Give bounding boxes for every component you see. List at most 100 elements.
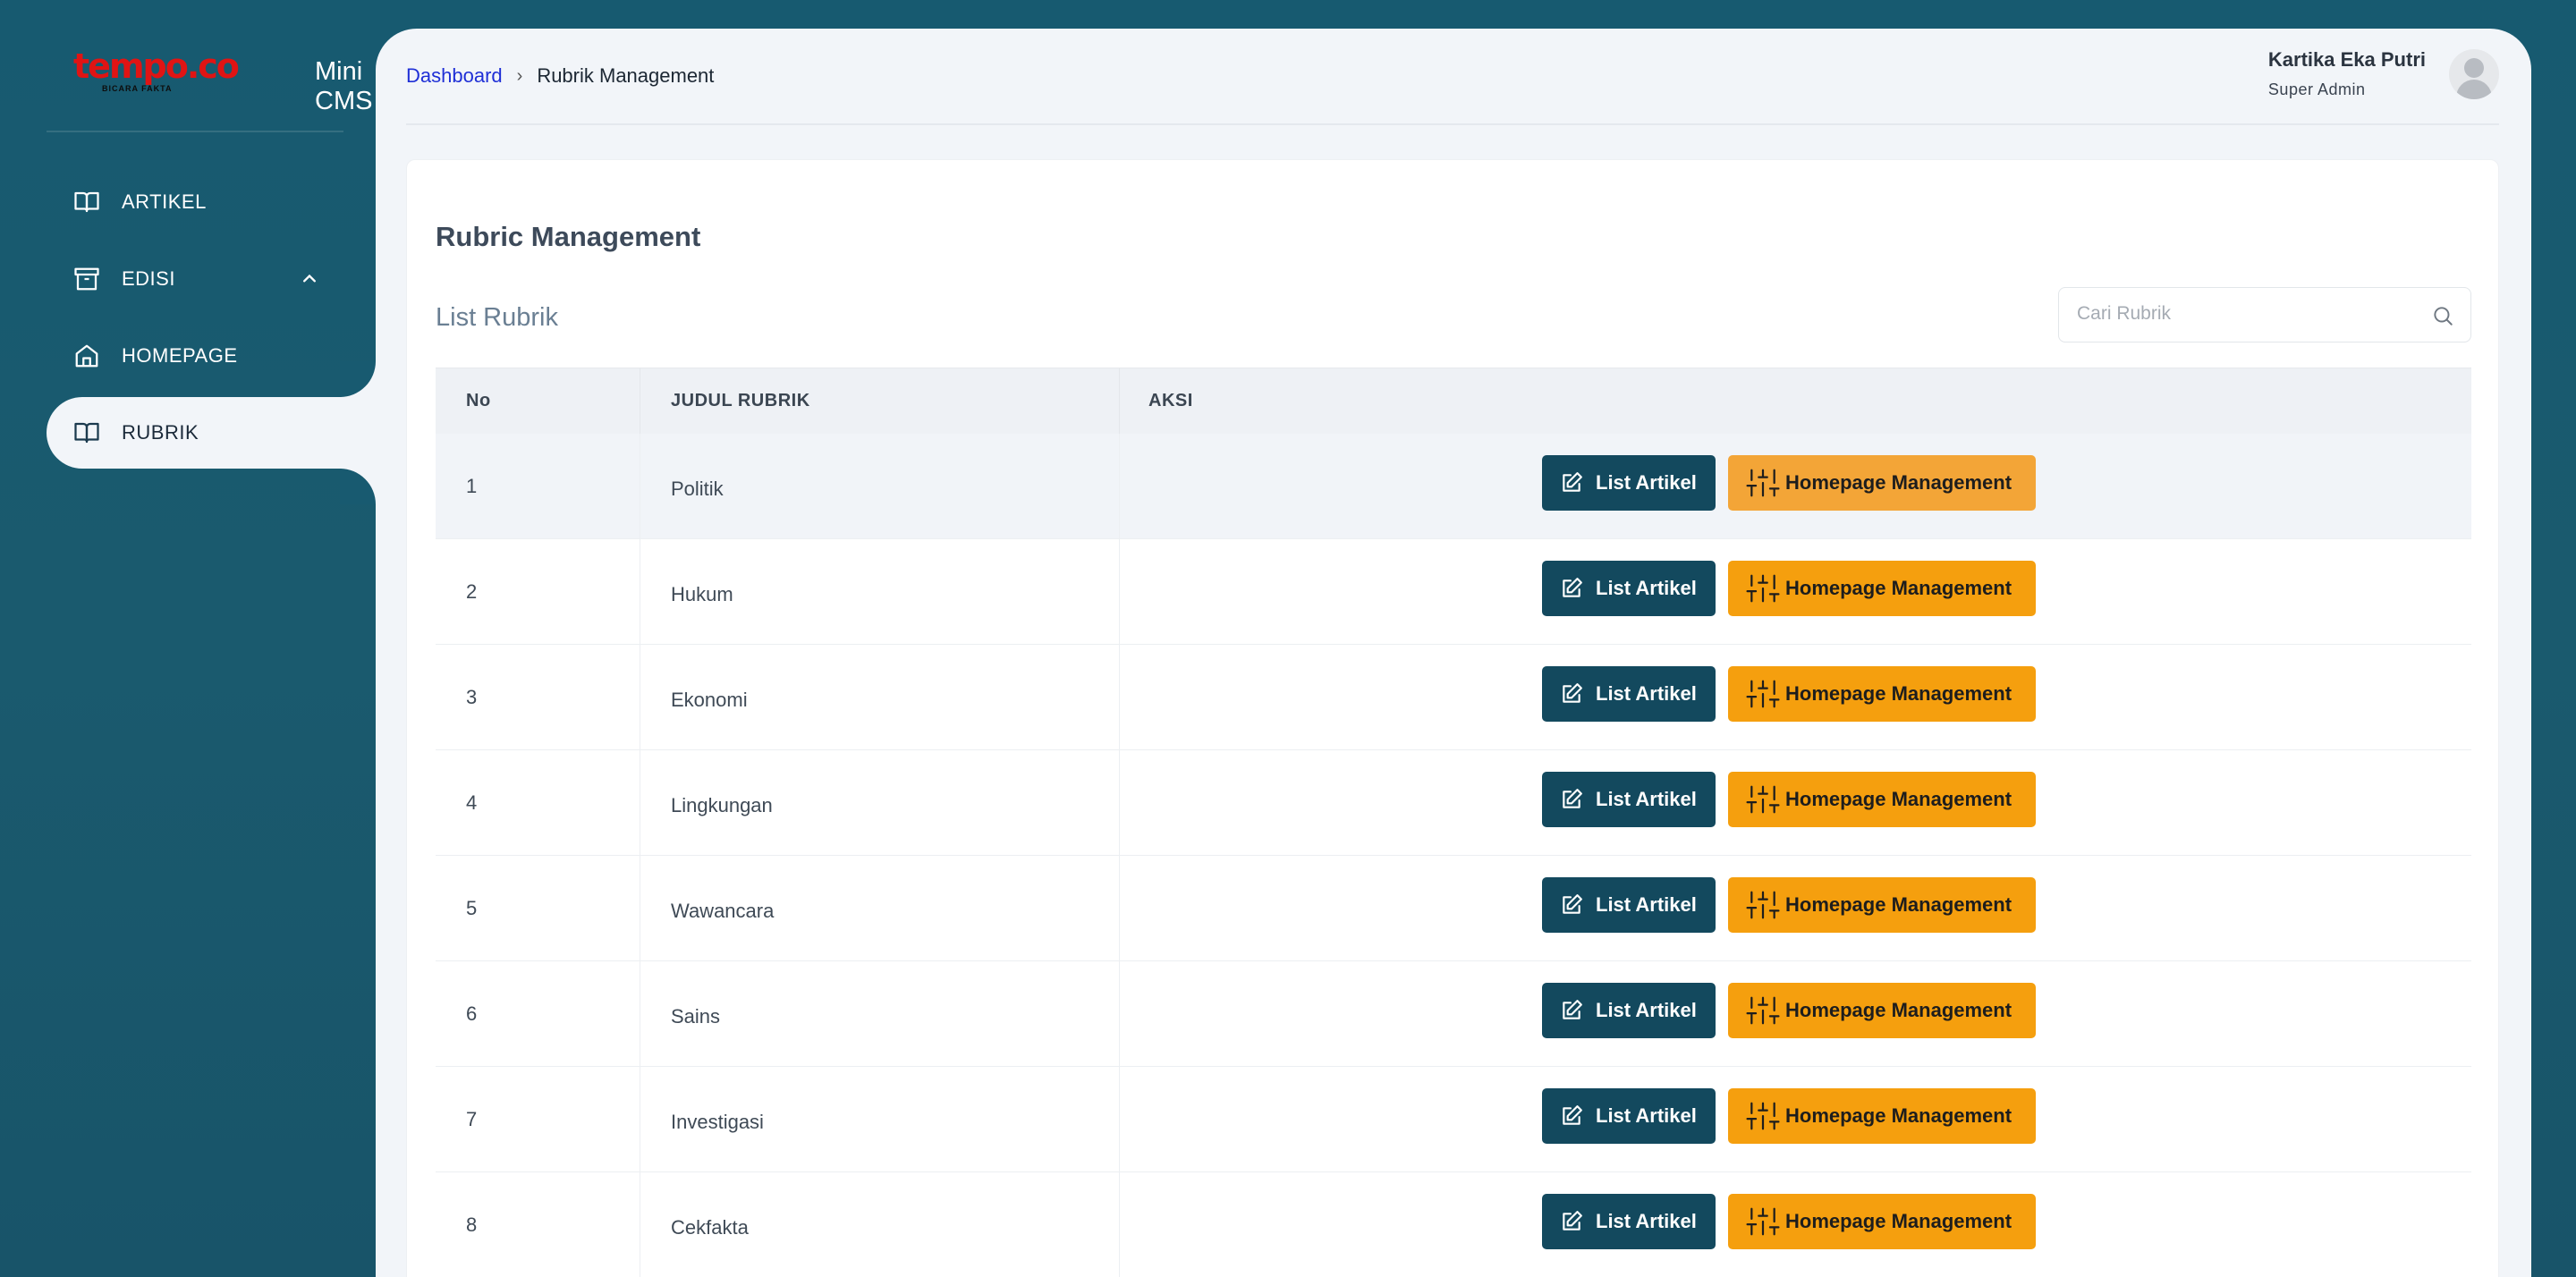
list-artikel-label: List Artikel — [1596, 577, 1697, 599]
row-actions: List Artikel Homepage Management — [1542, 455, 2036, 511]
cell-judul: Lingkungan — [640, 750, 1119, 855]
edit-icon — [1563, 683, 1582, 703]
brand: tempo.co BICARA FAKTA Mini CMS — [72, 45, 372, 115]
row-actions: List Artikel Homepage Management — [1542, 772, 2036, 827]
edit-icon — [1563, 578, 1582, 597]
homepage-management-label: Homepage Management — [1785, 999, 2012, 1021]
cell-judul: Politik — [640, 434, 1119, 538]
sidebar-item-label: ARTIKEL — [122, 190, 207, 213]
homepage-management-label: Homepage Management — [1785, 788, 2012, 810]
homepage-management-button[interactable]: Homepage Management — [1728, 1088, 2036, 1144]
user-menu[interactable]: Kartika Eka Putri Super Admin — [2268, 48, 2499, 99]
chevron-up-icon[interactable] — [297, 266, 322, 292]
cell-no: 6 — [436, 1002, 640, 1026]
list-artikel-button[interactable]: List Artikel — [1542, 1194, 1716, 1249]
homepage-management-label: Homepage Management — [1785, 893, 2012, 916]
list-artikel-button[interactable]: List Artikel — [1542, 666, 1716, 722]
row-number: 2 — [466, 579, 478, 603]
cell-judul: Investigasi — [640, 1067, 1119, 1171]
chevron-right-icon: › — [516, 65, 523, 86]
cell-no: 7 — [436, 1108, 640, 1131]
sliders-icon — [1746, 574, 1780, 603]
cell-judul: Sains — [640, 961, 1119, 1066]
sidebar-item-label: HOMEPAGE — [122, 344, 238, 367]
rubrik-title: Investigasi — [671, 1110, 764, 1133]
homepage-management-label: Homepage Management — [1785, 471, 2012, 494]
sliders-icon — [1746, 1207, 1780, 1236]
book-open-icon — [73, 419, 100, 446]
header: Dashboard › Rubrik Management Kartika Ek… — [406, 29, 2499, 125]
homepage-management-button[interactable]: Homepage Management — [1728, 983, 2036, 1038]
sliders-icon — [1746, 1102, 1780, 1130]
homepage-management-label: Homepage Management — [1785, 1210, 2012, 1232]
list-artikel-button[interactable]: List Artikel — [1542, 561, 1716, 616]
homepage-management-button[interactable]: Homepage Management — [1728, 1194, 2036, 1249]
nav-notch-bottom — [340, 469, 376, 504]
cell-judul: Cekfakta — [640, 1172, 1119, 1277]
list-artikel-label: List Artikel — [1596, 1210, 1697, 1232]
column-header-judul: JUDUL RUBRIK — [640, 368, 1119, 434]
sidebar-item-homepage[interactable]: HOMEPAGE — [47, 320, 376, 392]
archive-icon — [73, 266, 100, 292]
column-header-judul-label: JUDUL RUBRIK — [671, 391, 810, 410]
search-icon[interactable] — [2431, 304, 2454, 327]
book-open-icon — [73, 189, 100, 216]
homepage-management-button[interactable]: Homepage Management — [1728, 666, 2036, 722]
list-artikel-button[interactable]: List Artikel — [1542, 455, 1716, 511]
column-header-aksi-label: AKSI — [1148, 391, 1193, 410]
edit-icon — [1563, 1105, 1582, 1125]
edit-icon — [1563, 789, 1582, 808]
row-number: 5 — [466, 896, 478, 919]
row-actions: List Artikel Homepage Management — [1542, 983, 2036, 1038]
tempo-logo[interactable]: tempo.co BICARA FAKTA — [72, 45, 240, 98]
homepage-management-button[interactable]: Homepage Management — [1728, 455, 2036, 511]
homepage-management-button[interactable]: Homepage Management — [1728, 772, 2036, 827]
home-icon — [73, 343, 100, 369]
rubrik-title: Sains — [671, 1004, 721, 1028]
avatar-head — [2464, 57, 2484, 78]
sidebar-item-label: RUBRIK — [122, 421, 199, 444]
sidebar-divider — [47, 131, 343, 132]
row-actions: List Artikel Homepage Management — [1542, 1088, 2036, 1144]
row-number: 3 — [466, 685, 478, 708]
list-artikel-label: List Artikel — [1596, 471, 1697, 494]
homepage-management-button[interactable]: Homepage Management — [1728, 877, 2036, 933]
sliders-icon — [1746, 996, 1780, 1025]
edit-icon — [1563, 472, 1582, 492]
list-artikel-button[interactable]: List Artikel — [1542, 1088, 1716, 1144]
sidebar-item-label: EDISI — [122, 267, 175, 290]
sliders-icon — [1746, 785, 1780, 814]
homepage-management-button[interactable]: Homepage Management — [1728, 561, 2036, 616]
row-number: 7 — [466, 1107, 478, 1130]
list-artikel-button[interactable]: List Artikel — [1542, 877, 1716, 933]
list-artikel-button[interactable]: List Artikel — [1542, 772, 1716, 827]
sidebar: tempo.co BICARA FAKTA Mini CMS ARTIKEL E… — [0, 0, 376, 1277]
rubrik-title: Lingkungan — [671, 793, 773, 816]
list-artikel-label: List Artikel — [1596, 1104, 1697, 1127]
cell-no: 5 — [436, 897, 640, 920]
list-title: List Rubrik — [436, 303, 558, 332]
list-artikel-button[interactable]: List Artikel — [1542, 983, 1716, 1038]
avatar[interactable] — [2449, 48, 2499, 99]
breadcrumb-dashboard-link[interactable]: Dashboard — [406, 64, 503, 88]
sliders-icon — [1746, 891, 1780, 919]
homepage-management-label: Homepage Management — [1785, 577, 2012, 599]
cell-no: 2 — [436, 580, 640, 604]
table-row: 6 Sains List Artikel Homepage Management — [436, 961, 2471, 1067]
cell-no: 1 — [436, 475, 640, 498]
table-header: No JUDUL RUBRIK AKSI — [436, 368, 2471, 434]
search-input[interactable] — [2077, 288, 2417, 340]
list-artikel-label: List Artikel — [1596, 682, 1697, 705]
main-panel: Dashboard › Rubrik Management Kartika Ek… — [376, 29, 2531, 1277]
user-info: Kartika Eka Putri Super Admin — [2268, 48, 2426, 99]
homepage-management-label: Homepage Management — [1785, 1104, 2012, 1127]
sidebar-item-edisi[interactable]: EDISI — [47, 243, 376, 315]
table-row: 1 Politik List Artikel Homepage Manageme… — [436, 434, 2471, 539]
row-actions: List Artikel Homepage Management — [1542, 561, 2036, 616]
row-number: 4 — [466, 791, 478, 814]
sidebar-item-rubrik[interactable]: RUBRIK — [47, 397, 376, 469]
cell-judul: Wawancara — [640, 856, 1119, 960]
rubrik-title: Hukum — [671, 582, 733, 605]
sidebar-item-artikel[interactable]: ARTIKEL — [47, 166, 376, 238]
logo-tagline: BICARA FAKTA — [102, 84, 173, 93]
